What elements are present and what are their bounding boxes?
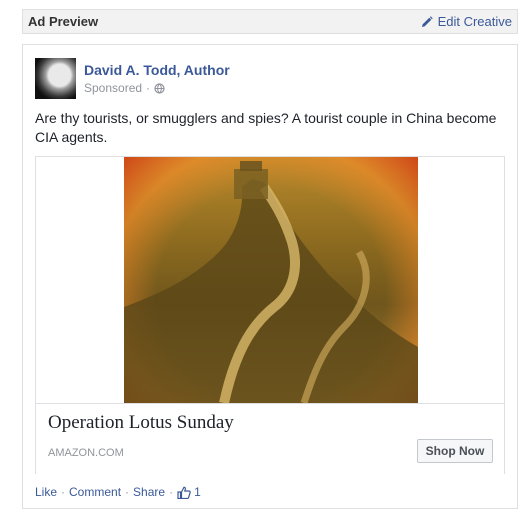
edit-creative-label: Edit Creative: [437, 14, 512, 29]
shop-now-button[interactable]: Shop Now: [417, 439, 493, 463]
ad-preview-card: David A. Todd, Author Sponsored · Are th…: [22, 44, 518, 509]
avatar[interactable]: [35, 58, 76, 99]
action-separator: ·: [125, 485, 130, 499]
post-actions: Like · Comment · Share · 1: [35, 485, 201, 499]
ad-domain: AMAZON.COM: [48, 447, 124, 459]
sponsored-label: Sponsored ·: [84, 81, 165, 95]
ad-image[interactable]: [36, 157, 504, 403]
great-wall-photo: [124, 157, 418, 403]
post-text: Are thy tourists, or smugglers and spies…: [35, 110, 497, 145]
author-name[interactable]: David A. Todd, Author: [84, 62, 230, 78]
ad-footer: Operation Lotus Sunday AMAZON.COM Shop N…: [36, 403, 504, 474]
action-separator: ·: [61, 485, 66, 499]
sponsored-separator: ·: [146, 81, 151, 95]
ad-preview-header: Ad Preview Edit Creative: [22, 9, 518, 34]
thumbs-up-icon: [177, 486, 191, 499]
edit-creative-link[interactable]: Edit Creative: [421, 14, 512, 29]
action-separator: ·: [169, 485, 174, 499]
ad-headline[interactable]: Operation Lotus Sunday: [48, 412, 234, 434]
ad-link-block[interactable]: Operation Lotus Sunday AMAZON.COM Shop N…: [35, 156, 505, 474]
ad-preview-title: Ad Preview: [28, 14, 99, 29]
like-link[interactable]: Like: [35, 485, 57, 499]
like-count[interactable]: 1: [177, 485, 201, 499]
comment-link[interactable]: Comment: [69, 485, 121, 499]
pencil-icon: [421, 15, 433, 27]
globe-icon: [154, 82, 165, 94]
sponsored-text: Sponsored: [84, 81, 143, 95]
like-count-value: 1: [194, 485, 201, 499]
share-link[interactable]: Share: [133, 485, 165, 499]
